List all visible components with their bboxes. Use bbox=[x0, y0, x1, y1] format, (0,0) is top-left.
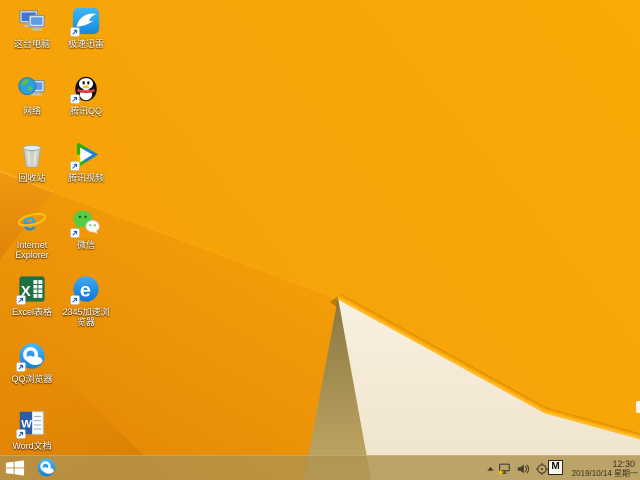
icon-label: 微信 bbox=[76, 240, 95, 250]
icon-label: 极速迅雷 bbox=[67, 39, 104, 49]
desktop-icon-2345-browser[interactable]: e 2345加速浏览器 bbox=[55, 274, 117, 327]
windows-logo-icon bbox=[5, 460, 25, 476]
taskbar-clock[interactable]: 12:30 2019/10/14 星期一 bbox=[564, 459, 638, 478]
tray-show-hidden-icons-chevron[interactable] bbox=[486, 465, 495, 472]
shortcut-arrow-icon bbox=[70, 295, 80, 305]
desktop-icon-recycle-bin[interactable]: 回收站 bbox=[1, 140, 63, 183]
shortcut-arrow-icon bbox=[16, 295, 26, 305]
desktop-icon-tencent-video[interactable]: 腾讯视频 bbox=[55, 140, 117, 183]
icon-label: Excel表格 bbox=[11, 307, 52, 317]
shortcut-arrow-icon bbox=[16, 362, 26, 372]
icon-label: Internet Explorer bbox=[15, 240, 49, 260]
screen-edge-artifact bbox=[636, 401, 640, 413]
icon-label: 网络 bbox=[22, 106, 41, 116]
desktop-icon-this-pc[interactable]: 这台电脑 bbox=[1, 6, 63, 49]
icon-label: 腾讯视频 bbox=[67, 173, 104, 183]
this-pc-icon bbox=[19, 10, 45, 31]
taskbar-qq-browser-button[interactable] bbox=[36, 457, 57, 478]
shortcut-arrow-icon bbox=[70, 161, 80, 171]
icon-label: QQ浏览器 bbox=[11, 374, 53, 384]
taskbar[interactable]: M 12:30 2019/10/14 星期一 bbox=[0, 455, 640, 480]
shortcut-arrow-icon bbox=[16, 429, 26, 439]
safety-target-icon[interactable] bbox=[535, 462, 549, 476]
desktop-icon-network[interactable]: 网络 bbox=[1, 73, 63, 116]
desktop-icon-tencent-qq[interactable]: 腾讯QQ bbox=[55, 73, 117, 116]
icon-label: 回收站 bbox=[18, 173, 46, 183]
desktop-icon-wechat[interactable]: 微信 bbox=[55, 207, 117, 250]
icon-label: 这台电脑 bbox=[13, 39, 50, 49]
start-button[interactable] bbox=[5, 460, 25, 476]
shortcut-arrow-icon bbox=[70, 27, 80, 37]
desktop-screen: 这台电脑 极速迅雷 网络 腾讯QQ 回收站 腾讯视频 e Internet Ex… bbox=[0, 0, 640, 480]
desktop-icon-word[interactable]: W Word文档 bbox=[1, 408, 63, 451]
desktop-icon-excel[interactable]: X Excel表格 bbox=[1, 274, 63, 317]
volume-icon[interactable] bbox=[516, 462, 530, 476]
desktop-icon-qq-browser[interactable]: QQ浏览器 bbox=[1, 341, 63, 384]
network-status-icon[interactable] bbox=[497, 462, 511, 476]
desktop-icon-xunlei[interactable]: 极速迅雷 bbox=[55, 6, 117, 49]
ime-indicator[interactable]: M bbox=[548, 460, 563, 475]
svg-text:e: e bbox=[80, 280, 91, 302]
shortcut-arrow-icon bbox=[70, 228, 80, 238]
shortcut-arrow-icon bbox=[70, 94, 80, 104]
icon-label: 腾讯QQ bbox=[69, 106, 102, 116]
icon-label: 2345加速浏览器 bbox=[62, 307, 110, 327]
icon-label: Word文档 bbox=[12, 441, 52, 451]
clock-time: 12:30 bbox=[612, 459, 635, 469]
desktop-icon-internet-explorer[interactable]: e Internet Explorer bbox=[1, 207, 63, 260]
clock-date: 2019/10/14 星期一 bbox=[571, 469, 638, 478]
internet-explorer-icon: e bbox=[17, 208, 47, 236]
network-globe-icon bbox=[18, 77, 45, 96]
svg-text:e: e bbox=[23, 208, 37, 236]
recycle-bin-icon bbox=[23, 144, 41, 168]
